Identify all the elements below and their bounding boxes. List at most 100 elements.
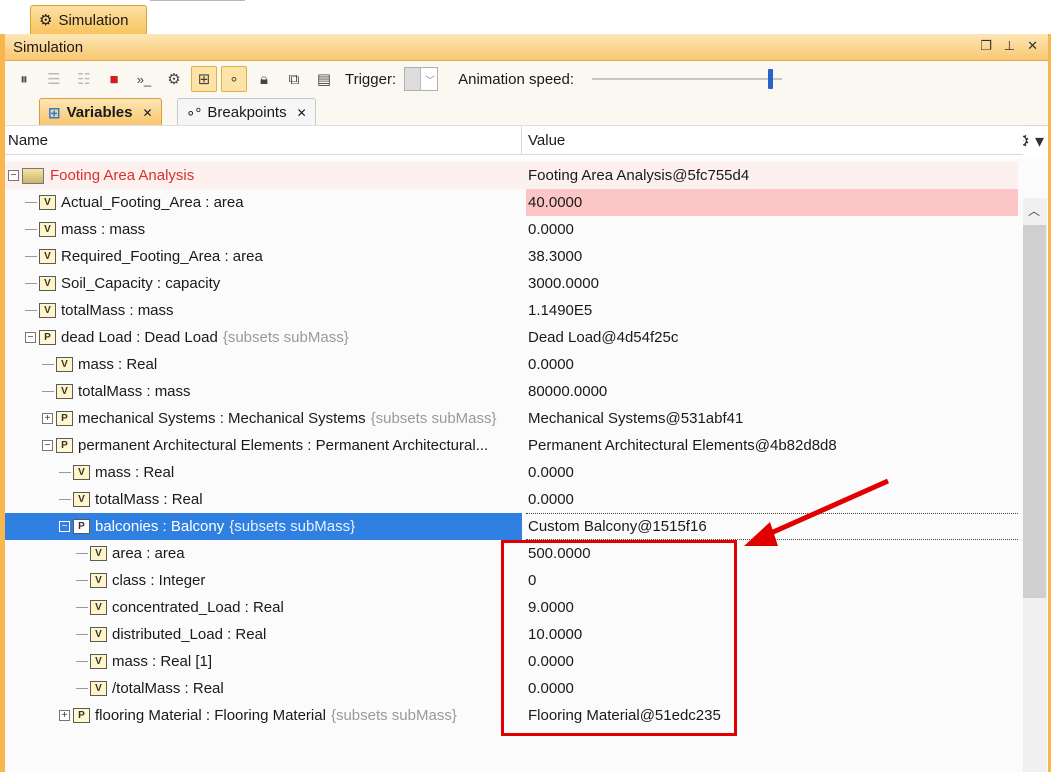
row-name-cell[interactable]: Vmass : Real	[5, 459, 522, 486]
table-row[interactable]: − Ppermanent Architectural Elements : Per…	[5, 432, 1018, 459]
collapse-toggle-icon[interactable]: −	[25, 332, 36, 343]
expand-toggle-icon[interactable]: +	[42, 413, 53, 424]
table-row[interactable]: Vdistributed_Load : Real 10.0000	[5, 621, 1018, 648]
row-name-cell[interactable]: Vdistributed_Load : Real	[5, 621, 522, 648]
table-row[interactable]: − Footing Area Analysis Footing Area Analy…	[5, 162, 1018, 189]
row-name-label: mass : Real	[78, 356, 158, 373]
row-value-cell[interactable]: 0.0000	[526, 459, 574, 486]
row-value-cell[interactable]: 0.0000	[526, 648, 574, 675]
tree-connector	[25, 256, 37, 257]
row-value-cell[interactable]: 0.0000	[526, 486, 574, 513]
step-into-icon[interactable]: ☰	[41, 66, 67, 92]
table-row[interactable]: Vmass : mass 0.0000	[5, 216, 1018, 243]
vertical-scrollbar[interactable]: ︿	[1023, 198, 1047, 772]
row-name-label: totalMass : mass	[78, 383, 191, 400]
table-row[interactable]: V Required_Footing_Area : area 38.3000	[5, 243, 1018, 270]
restore-icon[interactable]: ❐	[980, 38, 992, 54]
row-value-cell[interactable]: 38.3000	[526, 243, 582, 270]
table-row[interactable]: Vmass : Real [1] 0.0000	[5, 648, 1018, 675]
table-row[interactable]: V Soil_Capacity : capacity 3000.0000	[5, 270, 1018, 297]
row-name-cell[interactable]: Vmass : Real	[5, 351, 522, 378]
animation-speed-slider[interactable]	[592, 67, 783, 91]
step-over-icon[interactable]: ☷	[71, 66, 97, 92]
lock-icon[interactable]: 🔒︎	[251, 66, 277, 92]
row-name-cell[interactable]: V Required_Footing_Area : area	[5, 243, 522, 270]
row-value-cell[interactable]: 0.0000	[526, 216, 574, 243]
settings-icon[interactable]: ⚙	[161, 66, 187, 92]
row-name-cell[interactable]: − Footing Area Analysis	[5, 162, 522, 189]
table-row[interactable]: + Pmechanical Systems : Mechanical System…	[5, 405, 1018, 432]
row-value-cell[interactable]: Custom Balcony@1515f16	[526, 513, 1018, 540]
row-value-cell[interactable]: 0.0000	[526, 675, 574, 702]
row-name-cell[interactable]: Varea : area	[5, 540, 522, 567]
close-breakpoints-tab-icon[interactable]: ✕	[297, 106, 307, 120]
tab-breakpoints[interactable]: ∘° Breakpoints ✕	[177, 98, 316, 126]
table-row[interactable]: Vclass : Integer 0	[5, 567, 1018, 594]
table-row[interactable]: VtotalMass : Real 0.0000	[5, 486, 1018, 513]
collapse-toggle-icon[interactable]: −	[42, 440, 53, 451]
row-value-cell[interactable]: 500.0000	[526, 540, 591, 567]
row-name-cell[interactable]: + Pflooring Material : Flooring Material{…	[5, 702, 522, 729]
row-value-cell[interactable]: 10.0000	[526, 621, 582, 648]
tab-simulation[interactable]: ⚙ Simulation	[30, 5, 147, 34]
row-value-cell[interactable]: 80000.0000	[526, 378, 607, 405]
table-row[interactable]: + Pflooring Material : Flooring Material{…	[5, 702, 1018, 729]
row-name-cell[interactable]: V/totalMass : Real	[5, 675, 522, 702]
scrollbar-thumb[interactable]	[1023, 225, 1046, 598]
table-row[interactable]: Vconcentrated_Load : Real 9.0000	[5, 594, 1018, 621]
table-row[interactable]: VtotalMass : mass 1.1490E5	[5, 297, 1018, 324]
slider-thumb[interactable]	[768, 69, 774, 89]
table-row[interactable]: Varea : area 500.0000	[5, 540, 1018, 567]
terminate-icon[interactable]: ■	[101, 66, 127, 92]
row-name-cell[interactable]: VtotalMass : mass	[5, 378, 522, 405]
row-value-cell[interactable]: Flooring Material@51edc235	[526, 702, 721, 729]
row-name-cell[interactable]: V Soil_Capacity : capacity	[5, 270, 522, 297]
row-name-label: mass : Real [1]	[112, 653, 213, 670]
row-value-cell[interactable]: 40.0000	[526, 189, 1018, 216]
variables-toggle-icon[interactable]: ⊞	[191, 66, 217, 92]
export-icon[interactable]: ⧉	[281, 66, 307, 92]
table-row[interactable]: V/totalMass : Real 0.0000	[5, 675, 1018, 702]
row-value-cell[interactable]: 9.0000	[526, 594, 574, 621]
column-header-name[interactable]: Name	[5, 126, 522, 154]
row-value-cell[interactable]: 0	[526, 567, 536, 594]
pin-icon[interactable]: ⊥	[1004, 38, 1015, 54]
collapse-toggle-icon[interactable]: −	[8, 170, 19, 181]
row-name-cell[interactable]: Vmass : mass	[5, 216, 522, 243]
row-name-cell[interactable]: − Pdead Load : Dead Load {subsets subMass}	[5, 324, 522, 351]
row-value-cell[interactable]: 1.1490E5	[526, 297, 592, 324]
row-name-cell[interactable]: − Pbalconies : Balcony {subsets subMass}	[5, 513, 522, 540]
close-icon[interactable]: ✕	[1027, 38, 1038, 54]
table-row[interactable]: V Actual_Footing_Area : area 40.0000	[5, 189, 1018, 216]
collapse-toggle-icon[interactable]: −	[59, 521, 70, 532]
row-value-cell[interactable]: 0.0000	[526, 351, 574, 378]
row-name-cell[interactable]: Vclass : Integer	[5, 567, 522, 594]
close-variables-tab-icon[interactable]: ✕	[142, 106, 152, 120]
table-row[interactable]: − Pbalconies : Balcony {subsets subMass} Cu…	[5, 513, 1018, 540]
row-value-cell[interactable]: Mechanical Systems@531abf41	[526, 405, 743, 432]
table-row[interactable]: Vmass : Real 0.0000	[5, 459, 1018, 486]
row-name-cell[interactable]: − Ppermanent Architectural Elements : Per…	[5, 432, 522, 459]
expand-toggle-icon[interactable]: +	[59, 710, 70, 721]
row-name-cell[interactable]: V Actual_Footing_Area : area	[5, 189, 522, 216]
console-icon[interactable]: »_	[131, 66, 157, 92]
row-name-cell[interactable]: VtotalMass : mass	[5, 297, 522, 324]
table-row[interactable]: − Pdead Load : Dead Load {subsets subMass}…	[5, 324, 1018, 351]
breakpoints-toggle-icon[interactable]: ∘	[221, 66, 247, 92]
row-value-cell[interactable]: Permanent Architectural Elements@4b82d8d…	[526, 432, 837, 459]
row-name-cell[interactable]: Vmass : Real [1]	[5, 648, 522, 675]
row-value-cell[interactable]: Footing Area Analysis@5fc755d4	[526, 162, 749, 189]
table-row[interactable]: VtotalMass : mass 80000.0000	[5, 378, 1018, 405]
row-value-cell[interactable]: Dead Load@4d54f25c	[526, 324, 678, 351]
row-value-cell[interactable]: 3000.0000	[526, 270, 599, 297]
table-row[interactable]: Vmass : Real 0.0000	[5, 351, 1018, 378]
row-name-cell[interactable]: + Pmechanical Systems : Mechanical System…	[5, 405, 522, 432]
pause-icon[interactable]: ⏸	[11, 66, 37, 92]
row-name-cell[interactable]: VtotalMass : Real	[5, 486, 522, 513]
tab-variables[interactable]: ⊞ Variables ✕	[39, 98, 162, 126]
column-header-value[interactable]: Value	[522, 132, 565, 149]
row-name-cell[interactable]: Vconcentrated_Load : Real	[5, 594, 522, 621]
trigger-dropdown[interactable]: ﹀	[404, 67, 439, 91]
trigger-icon[interactable]: ▤	[311, 66, 337, 92]
scroll-up-icon[interactable]: ︿	[1028, 202, 1040, 219]
